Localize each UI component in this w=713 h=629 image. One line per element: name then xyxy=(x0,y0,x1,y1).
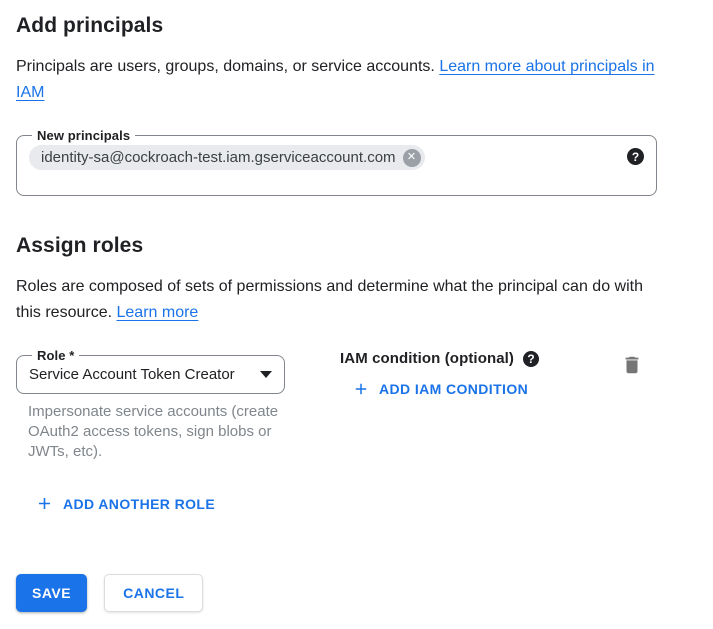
help-icon[interactable]: ? xyxy=(523,351,539,367)
role-select-field[interactable]: Role * Service Account Token Creator xyxy=(16,348,285,394)
help-icon[interactable]: ? xyxy=(627,148,644,165)
role-dropdown[interactable]: Service Account Token Creator xyxy=(29,363,272,383)
save-button[interactable]: SAVE xyxy=(16,574,87,612)
intro-text: Principals are users, groups, domains, o… xyxy=(16,54,676,106)
role-label: Role * xyxy=(32,348,79,363)
add-iam-condition-button[interactable]: ADD IAM CONDITION xyxy=(352,380,539,398)
role-helper-text: Impersonate service accounts (create OAu… xyxy=(16,402,308,462)
iam-condition-column: IAM condition (optional) ? ADD IAM CONDI… xyxy=(340,348,539,398)
assign-roles-text-static: Roles are composed of sets of permission… xyxy=(16,278,643,321)
role-assignment-row: Role * Service Account Token Creator Imp… xyxy=(16,348,657,462)
principal-chip: identity-sa@cockroach-test.iam.gservicea… xyxy=(29,145,425,170)
add-iam-condition-label: ADD IAM CONDITION xyxy=(379,381,528,397)
principal-chip-value: identity-sa@cockroach-test.iam.gservicea… xyxy=(41,149,396,166)
assign-roles-description: Roles are composed of sets of permission… xyxy=(16,274,646,326)
delete-role-button[interactable] xyxy=(621,354,643,379)
cancel-icon[interactable]: ✕ xyxy=(403,149,421,167)
iam-condition-label: IAM condition (optional) xyxy=(340,350,514,367)
role-column: Role * Service Account Token Creator Imp… xyxy=(16,348,285,462)
arrow-drop-down-icon xyxy=(260,371,272,378)
assign-roles-title: Assign roles xyxy=(16,234,697,258)
add-icon xyxy=(352,380,370,398)
role-selected-value: Service Account Token Creator xyxy=(29,366,235,383)
add-icon xyxy=(35,494,54,513)
add-another-role-button[interactable]: ADD ANOTHER ROLE xyxy=(35,494,215,513)
new-principals-field[interactable]: New principals identity-sa@cockroach-tes… xyxy=(16,128,657,196)
add-another-role-label: ADD ANOTHER ROLE xyxy=(63,496,215,512)
cancel-button[interactable]: CANCEL xyxy=(104,574,203,612)
new-principals-label: New principals xyxy=(32,128,135,143)
learn-more-roles-link[interactable]: Learn more xyxy=(117,304,199,321)
delete-icon xyxy=(621,354,643,379)
page-title: Add principals xyxy=(16,14,697,38)
add-principals-panel: Add principals Principals are users, gro… xyxy=(0,0,713,612)
intro-text-static: Principals are users, groups, domains, o… xyxy=(16,58,435,75)
action-buttons: SAVE CANCEL xyxy=(16,574,697,612)
